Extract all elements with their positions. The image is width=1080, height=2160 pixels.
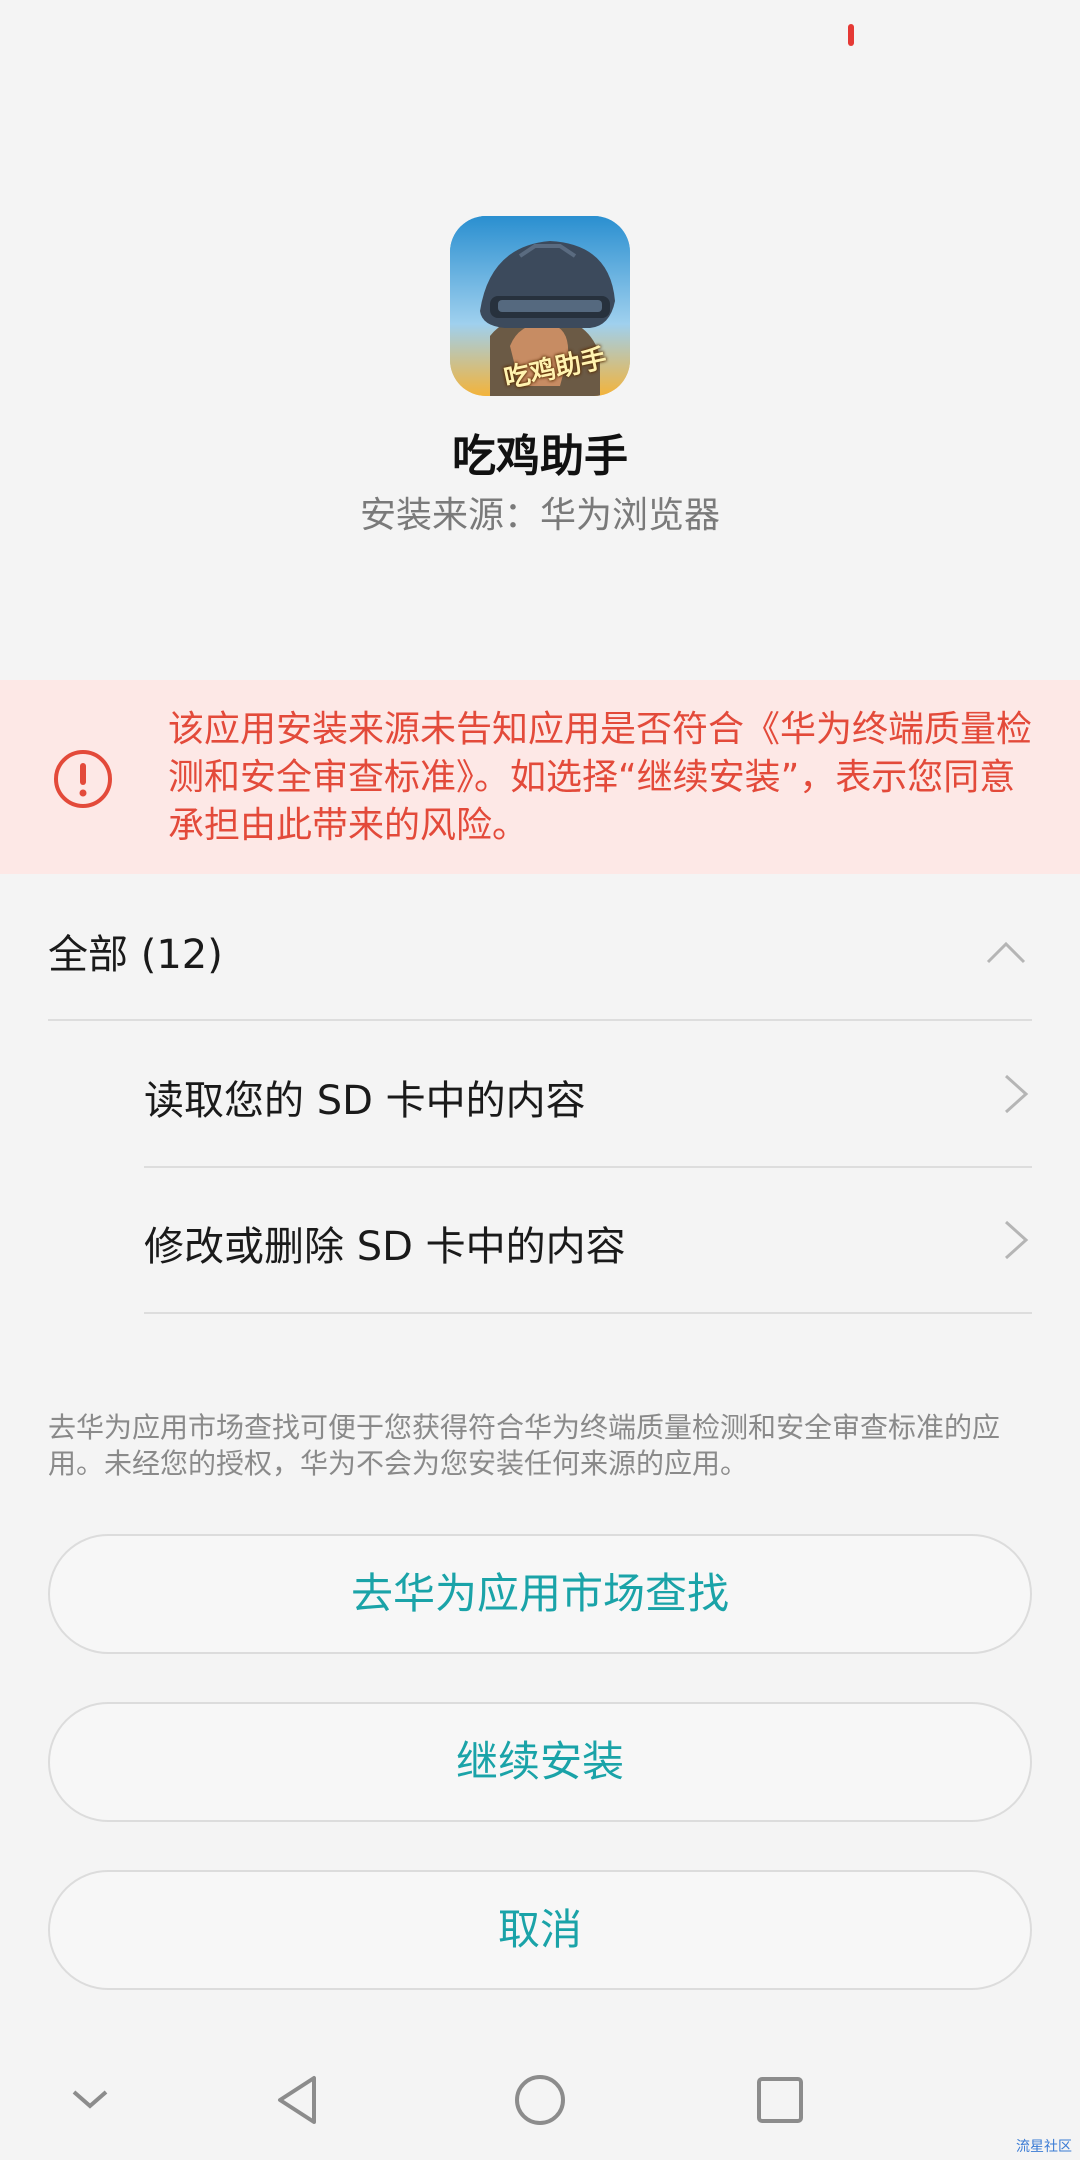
chevron-right-icon [1004, 1220, 1029, 1260]
market-note: 去华为应用市场查找可便于您获得符合华为终端质量检测和安全审查标准的应用。未经您的… [48, 1411, 1001, 1480]
chevron-down-icon[interactable] [60, 2070, 120, 2130]
permission-item-read-sd[interactable]: 读取您的 SD 卡中的内容 [144, 1022, 1032, 1168]
permission-label: 读取您的 SD 卡中的内容 [144, 1078, 586, 1124]
cancel-button[interactable]: 取消 [48, 1870, 1032, 1990]
home-circle-icon[interactable] [510, 2070, 570, 2130]
permission-label: 修改或删除 SD 卡中的内容 [144, 1224, 626, 1270]
navigation-bar [0, 2040, 1080, 2160]
warning-banner: 该应用安装来源未告知应用是否符合《华为终端质量检测和安全审查标准》。如选择“继续… [0, 680, 1080, 874]
continue-install-button[interactable]: 继续安装 [48, 1702, 1032, 1822]
divider [48, 1019, 1032, 1021]
status-indicator [848, 24, 854, 46]
permissions-header[interactable]: 全部 (12) [48, 908, 1032, 1018]
watermark: 流星社区 [1016, 2139, 1072, 2155]
status-bar [0, 0, 1080, 64]
divider [144, 1312, 1032, 1314]
chevron-up-icon[interactable] [986, 932, 1026, 972]
alert-circle-icon [54, 750, 112, 808]
install-source: 安装来源：华为浏览器 [359, 495, 720, 536]
warning-text: 该应用安装来源未告知应用是否符合《华为终端质量检测和安全审查标准》。如选择“继续… [168, 709, 1033, 846]
recents-square-icon[interactable] [750, 2070, 810, 2130]
app-icon: 吃鸡助手 [450, 216, 630, 396]
permissions-header-label: 全部 (12) [48, 932, 223, 978]
chevron-right-icon [1004, 1074, 1029, 1114]
back-triangle-icon[interactable] [270, 2070, 330, 2130]
go-to-market-button[interactable]: 去华为应用市场查找 [48, 1534, 1032, 1654]
permission-item-modify-sd[interactable]: 修改或删除 SD 卡中的内容 [144, 1168, 1032, 1314]
app-name: 吃鸡助手 [452, 431, 628, 482]
